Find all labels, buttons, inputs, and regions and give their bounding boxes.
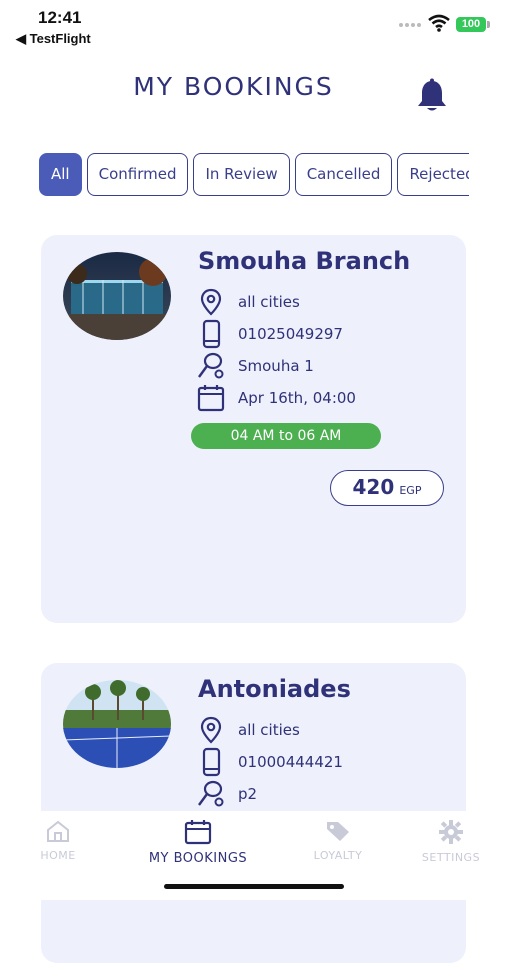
booking-card[interactable]: Smouha Branch all cities 01025049297 Smo… bbox=[41, 235, 466, 623]
branch-name: Smouha Branch bbox=[198, 247, 411, 275]
tab-cancelled[interactable]: Cancelled bbox=[294, 153, 393, 196]
price-badge: 420 EGP bbox=[330, 470, 444, 506]
city-text: all cities bbox=[238, 721, 300, 739]
nav-home-label: HOME bbox=[40, 849, 76, 862]
court-text: p2 bbox=[238, 785, 258, 803]
tab-all[interactable]: All bbox=[39, 153, 82, 196]
tab-rejected[interactable]: Rejected bbox=[397, 153, 469, 196]
page-title: MY BOOKINGS bbox=[133, 72, 334, 101]
tab-confirmed[interactable]: Confirmed bbox=[86, 153, 189, 196]
cellular-signal-icon bbox=[399, 23, 421, 27]
branch-photo bbox=[63, 680, 171, 768]
price-amount: 420 bbox=[352, 475, 395, 499]
wifi-icon bbox=[428, 14, 450, 32]
time-range-badge: 04 AM to 06 AM bbox=[191, 423, 381, 449]
nav-home[interactable]: HOME bbox=[34, 819, 82, 862]
home-icon bbox=[47, 820, 69, 842]
racket-icon bbox=[198, 780, 224, 807]
phone-text: 01025049297 bbox=[238, 325, 343, 343]
battery-indicator: 100 bbox=[456, 17, 486, 32]
nav-my-bookings[interactable]: MY BOOKINGS bbox=[140, 819, 256, 866]
date-text: Apr 16th, 04:00 bbox=[238, 389, 356, 407]
nav-loyalty-label: LOYALTY bbox=[313, 849, 363, 862]
city-text: all cities bbox=[238, 293, 300, 311]
branch-photo bbox=[63, 252, 171, 340]
calendar-icon bbox=[184, 820, 212, 845]
price-currency: EGP bbox=[399, 484, 422, 497]
phone-icon bbox=[202, 747, 221, 777]
nav-settings-label: SETTINGS bbox=[421, 851, 481, 864]
nav-settings[interactable]: SETTINGS bbox=[414, 819, 488, 864]
status-filter-tabs: All Confirmed In Review Cancelled Rejected bbox=[39, 153, 469, 198]
status-time: 12:41 bbox=[38, 8, 82, 27]
racket-icon bbox=[198, 352, 224, 379]
battery-tip bbox=[487, 21, 490, 28]
nav-my-bookings-label: MY BOOKINGS bbox=[148, 851, 248, 866]
home-indicator[interactable] bbox=[164, 884, 344, 889]
nav-loyalty[interactable]: LOYALTY bbox=[304, 819, 372, 862]
tab-in-review[interactable]: In Review bbox=[193, 153, 290, 196]
gear-icon bbox=[439, 820, 463, 844]
phone-icon bbox=[202, 319, 221, 349]
branch-name: Antoniades bbox=[198, 675, 351, 703]
court-text: Smouha 1 bbox=[238, 357, 314, 375]
calendar-icon bbox=[197, 385, 225, 412]
phone-text: 01000444421 bbox=[238, 753, 343, 771]
location-pin-icon bbox=[200, 716, 222, 744]
location-pin-icon bbox=[200, 288, 222, 316]
bell-icon[interactable] bbox=[414, 78, 450, 114]
status-bar: 12:41 ◀ TestFlight 100 bbox=[0, 0, 507, 50]
back-to-testflight-link[interactable]: ◀ TestFlight bbox=[16, 31, 91, 47]
tag-icon bbox=[327, 822, 349, 841]
